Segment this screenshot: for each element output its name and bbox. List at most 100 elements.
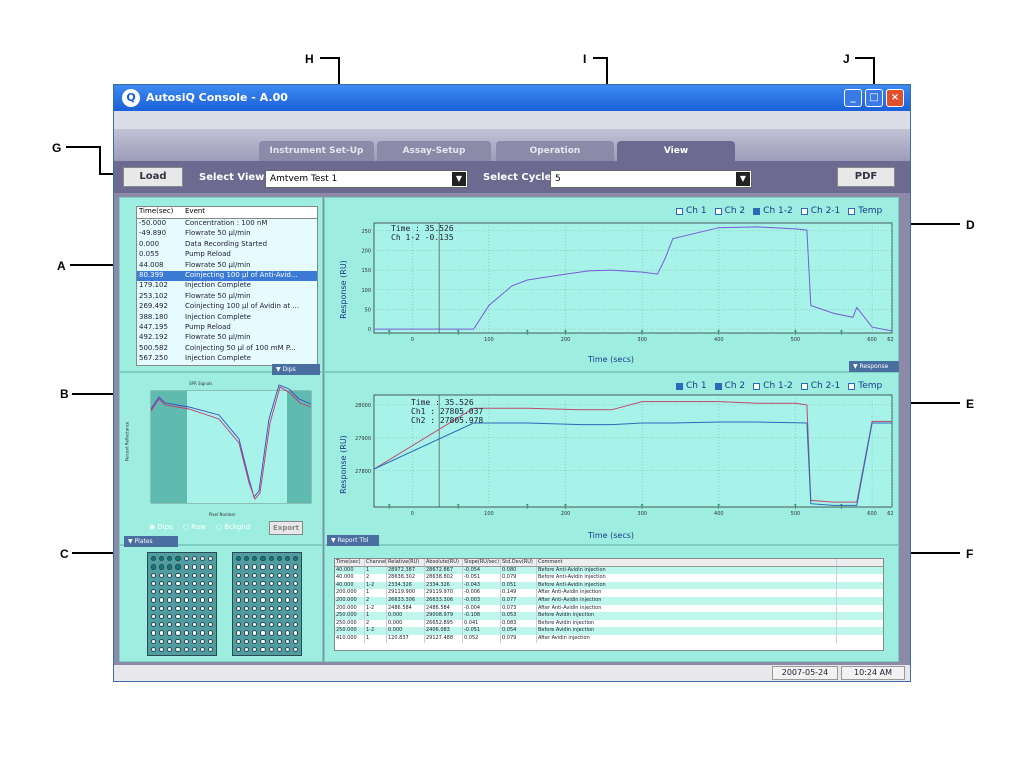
- event-row[interactable]: 500.582 Coinjecting 50 µl of 100 mM P...: [137, 344, 317, 354]
- plate-well[interactable]: [191, 556, 197, 562]
- plate-well[interactable]: [167, 597, 173, 603]
- plate-well[interactable]: [159, 638, 165, 644]
- plate-well[interactable]: [244, 605, 250, 611]
- plate-well[interactable]: [244, 613, 250, 619]
- radio-dips[interactable]: ◉ Dips: [149, 523, 173, 531]
- plate-well[interactable]: [207, 572, 213, 578]
- plate-well[interactable]: [151, 564, 157, 570]
- plate-well[interactable]: [284, 630, 290, 636]
- plate-well[interactable]: [151, 580, 157, 586]
- plate-well[interactable]: [183, 646, 189, 652]
- plate-well[interactable]: [199, 572, 205, 578]
- plate-well[interactable]: [191, 646, 197, 652]
- plate-well[interactable]: [236, 605, 242, 611]
- plate-well[interactable]: [175, 630, 181, 636]
- plate-well[interactable]: [276, 630, 282, 636]
- plate-well[interactable]: [244, 580, 250, 586]
- tab-operation[interactable]: Operation: [496, 141, 614, 161]
- checkbox-icon[interactable]: [676, 382, 683, 390]
- table-row[interactable]: 200.000 2 26633.306 26633.306 -0.003 0.077 Aft…: [335, 596, 883, 605]
- plate-well[interactable]: [276, 572, 282, 578]
- plate-well[interactable]: [159, 646, 165, 652]
- plate-well[interactable]: [276, 622, 282, 628]
- plate-well[interactable]: [159, 613, 165, 619]
- plate-well[interactable]: [276, 646, 282, 652]
- plate-well[interactable]: [183, 597, 189, 603]
- chevron-down-icon[interactable]: ▼: [736, 172, 750, 186]
- plate-well[interactable]: [183, 564, 189, 570]
- tab-instrument-setup[interactable]: Instrument Set-Up: [259, 141, 374, 161]
- plate-well[interactable]: [252, 597, 258, 603]
- table-row[interactable]: 40.000 2 28638.302 28638.802 -0.051 0.079 Befo…: [335, 574, 883, 582]
- legend-item[interactable]: Ch 2: [714, 381, 745, 391]
- plate-well[interactable]: [159, 589, 165, 595]
- plate-well[interactable]: [199, 646, 205, 652]
- plate-well[interactable]: [284, 646, 290, 652]
- plate-well[interactable]: [284, 597, 290, 603]
- plate-well[interactable]: [183, 605, 189, 611]
- plate-well[interactable]: [276, 638, 282, 644]
- plate-well[interactable]: [292, 589, 298, 595]
- minimize-icon[interactable]: _: [844, 89, 862, 107]
- plate-well[interactable]: [151, 613, 157, 619]
- plate-well[interactable]: [292, 613, 298, 619]
- plate-well[interactable]: [207, 638, 213, 644]
- plate-well[interactable]: [236, 630, 242, 636]
- dips-tab[interactable]: ▼ Dips: [272, 364, 320, 375]
- plate-well[interactable]: [268, 589, 274, 595]
- plate-well[interactable]: [175, 638, 181, 644]
- plate-well[interactable]: [167, 613, 173, 619]
- plate-well[interactable]: [284, 613, 290, 619]
- plate-well[interactable]: [167, 638, 173, 644]
- plate-well[interactable]: [244, 564, 250, 570]
- plate-well[interactable]: [252, 589, 258, 595]
- plate-well[interactable]: [244, 589, 250, 595]
- plate-well[interactable]: [167, 622, 173, 628]
- plate-well[interactable]: [183, 638, 189, 644]
- plate-well[interactable]: [268, 580, 274, 586]
- plate-well[interactable]: [252, 646, 258, 652]
- plate-well[interactable]: [236, 613, 242, 619]
- plate-well[interactable]: [159, 556, 165, 562]
- plate-well[interactable]: [167, 572, 173, 578]
- plate-well[interactable]: [268, 646, 274, 652]
- plate-well[interactable]: [236, 597, 242, 603]
- plate-well[interactable]: [175, 580, 181, 586]
- plate-well[interactable]: [284, 564, 290, 570]
- plate-well[interactable]: [199, 605, 205, 611]
- select-view-dropdown[interactable]: Amtvem Test 1 ▼: [265, 170, 468, 188]
- plate-well[interactable]: [252, 580, 258, 586]
- table-row[interactable]: 40.000 1 28972.387 28672.867 -0.054 0.080 Befo…: [335, 566, 883, 575]
- plate-well[interactable]: [292, 630, 298, 636]
- table-row[interactable]: 200.000 1 29119.900 29119.970 -0.006 0.149 Aft…: [335, 589, 883, 597]
- plate-well[interactable]: [183, 622, 189, 628]
- plate-well[interactable]: [207, 556, 213, 562]
- plate-well[interactable]: [236, 580, 242, 586]
- plate-well[interactable]: [292, 580, 298, 586]
- plate-well[interactable]: [175, 589, 181, 595]
- event-row[interactable]: -50.000 Concentration : 100 nM: [137, 219, 317, 229]
- event-row[interactable]: 0.000 Data Recording Started: [137, 240, 317, 250]
- plate-well[interactable]: [191, 564, 197, 570]
- plate-well[interactable]: [191, 580, 197, 586]
- event-row[interactable]: 567.250 Injection Complete: [137, 354, 317, 364]
- plate-well[interactable]: [260, 630, 266, 636]
- event-col-time[interactable]: Time(sec): [137, 207, 183, 218]
- plate-well[interactable]: [207, 630, 213, 636]
- radio-bckgnd[interactable]: ○ Bckgnd: [216, 523, 250, 531]
- plate-well[interactable]: [191, 589, 197, 595]
- legend-item[interactable]: Temp: [848, 381, 882, 391]
- plate-well[interactable]: [191, 630, 197, 636]
- event-row[interactable]: 80.399 Coinjecting 100 µl of Anti-Avid...: [137, 270, 317, 282]
- plate-well[interactable]: [260, 638, 266, 644]
- plate-well[interactable]: [207, 597, 213, 603]
- plate-well[interactable]: [191, 597, 197, 603]
- plate-well[interactable]: [199, 564, 205, 570]
- plate-well[interactable]: [292, 597, 298, 603]
- plate-well[interactable]: [167, 580, 173, 586]
- plate-well[interactable]: [207, 622, 213, 628]
- plate-well[interactable]: [284, 622, 290, 628]
- plate-well[interactable]: [159, 597, 165, 603]
- radio-raw[interactable]: ○ Raw: [183, 523, 206, 531]
- plate-well[interactable]: [284, 556, 290, 562]
